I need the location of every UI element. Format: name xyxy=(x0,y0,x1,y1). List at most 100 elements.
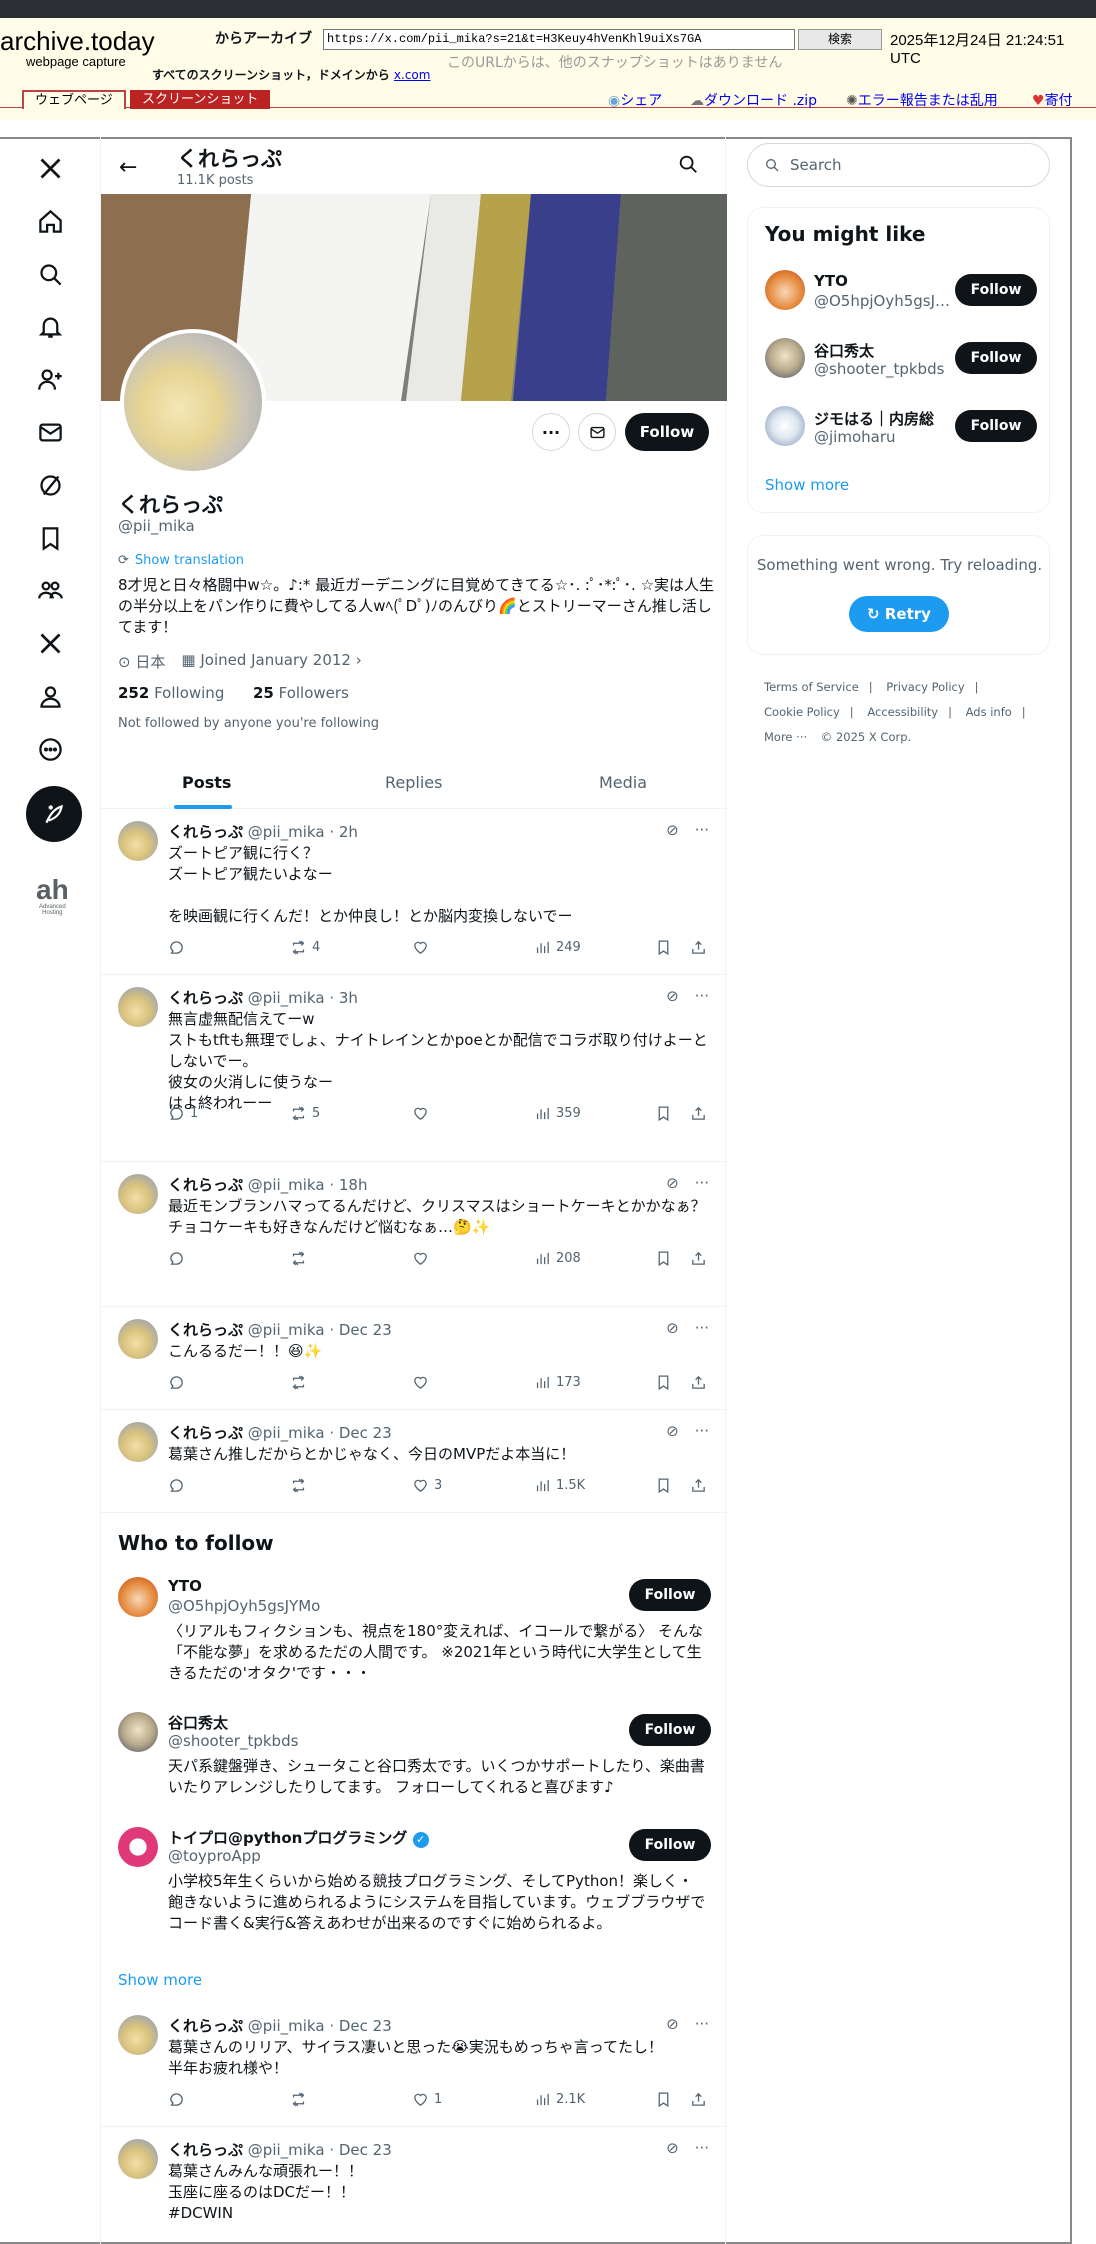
grok-icon[interactable]: ⊘ xyxy=(666,2015,679,2033)
archive-search-button[interactable]: 検索 xyxy=(798,29,882,50)
like-button[interactable]: 1 xyxy=(412,2091,442,2108)
more-icon[interactable]: ··· xyxy=(695,2139,709,2157)
might-like-show-more-link[interactable]: Show more xyxy=(765,476,849,494)
avatar[interactable] xyxy=(765,270,805,310)
archive-url-input[interactable]: https://x.com/pii_mika?s=21&t=H3Keuy4hVe… xyxy=(323,29,795,50)
avatar[interactable] xyxy=(118,1577,158,1617)
views-button[interactable]: 249 xyxy=(534,939,581,956)
views-button[interactable]: 173 xyxy=(534,1374,581,1391)
avatar[interactable] xyxy=(118,1712,158,1752)
tab-media[interactable]: Media xyxy=(599,757,647,809)
wtf-name[interactable]: トイプロ@pythonプログラミング ✓ xyxy=(168,1827,429,1848)
wtf-follow-button[interactable]: Follow xyxy=(629,1579,711,1611)
bookmark-button[interactable] xyxy=(655,1374,672,1391)
suggestion-name[interactable]: 谷口秀太 xyxy=(814,340,954,361)
messages-icon[interactable] xyxy=(36,418,64,446)
more-options-button[interactable]: ··· xyxy=(532,413,570,451)
tweet-author[interactable]: くれらっぷ xyxy=(168,2141,243,2159)
bookmark-button[interactable] xyxy=(655,1477,672,1494)
more-icon[interactable]: ··· xyxy=(695,1174,709,1192)
views-button[interactable]: 1.5K xyxy=(534,1477,585,1494)
views-button[interactable]: 2.1K xyxy=(534,2091,585,2108)
follow-icon[interactable] xyxy=(36,365,64,393)
retweet-button[interactable] xyxy=(290,1374,312,1391)
like-button[interactable] xyxy=(412,1250,434,1267)
reply-button[interactable] xyxy=(168,1477,190,1494)
tweet-author[interactable]: くれらっぷ xyxy=(168,2017,243,2035)
communities-icon[interactable] xyxy=(36,576,64,604)
tweet-author[interactable]: くれらっぷ xyxy=(168,1424,243,1442)
footer-link[interactable]: Terms of Service xyxy=(764,680,859,694)
bookmarks-icon[interactable] xyxy=(36,524,64,552)
tab-replies[interactable]: Replies xyxy=(385,757,442,809)
search-input[interactable]: Search xyxy=(747,143,1050,187)
archive-tab-screenshot[interactable]: スクリーンショット xyxy=(130,90,271,109)
avatar[interactable] xyxy=(118,987,158,1027)
avatar[interactable] xyxy=(765,406,805,446)
wtf-name[interactable]: YTO xyxy=(168,1577,202,1595)
tweet-author[interactable]: くれらっぷ xyxy=(168,1176,243,1194)
bookmark-button[interactable] xyxy=(655,939,672,956)
suggestion-name[interactable]: ジモはる｜内房総 xyxy=(814,408,954,429)
bookmark-button[interactable] xyxy=(655,2091,672,2108)
wtf-name[interactable]: 谷口秀太 xyxy=(168,1712,228,1733)
more-icon[interactable]: ··· xyxy=(695,987,709,1005)
tweet[interactable]: くれらっぷ @pii_mika · Dec 23 ⊘ ··· 葛葉さん推しだからとかじ… xyxy=(101,1410,727,1513)
share-button[interactable] xyxy=(690,1250,707,1267)
archive-donate-link[interactable]: ♥寄付 xyxy=(1032,90,1073,110)
profile-joined[interactable]: ▦ Joined January 2012 › xyxy=(181,651,361,672)
tweet[interactable]: くれらっぷ @pii_mika · 18h ⊘ ··· 最近モンブランハマってるんだけ… xyxy=(101,1162,727,1307)
archive-share-link[interactable]: ◉シェア xyxy=(608,90,662,110)
retweet-button[interactable] xyxy=(290,1250,312,1267)
share-button[interactable] xyxy=(690,1105,707,1122)
tweet[interactable]: くれらっぷ @pii_mika · Dec 23 ⊘ ··· こんるるだー！！😆✨ 17… xyxy=(101,1307,727,1410)
avatar[interactable] xyxy=(765,338,805,378)
grok-icon[interactable] xyxy=(36,471,64,499)
footer-link[interactable]: Accessibility xyxy=(867,705,938,719)
avatar[interactable] xyxy=(118,1174,158,1214)
more-icon[interactable]: ··· xyxy=(695,821,709,839)
more-icon[interactable] xyxy=(36,735,64,763)
more-icon[interactable]: ··· xyxy=(695,1422,709,1440)
reply-button[interactable]: 1 xyxy=(168,1105,198,1122)
footer-link[interactable]: Ads info xyxy=(966,705,1012,719)
avatar[interactable] xyxy=(118,1422,158,1462)
archive-tab-webpage[interactable]: ウェブページ xyxy=(22,90,126,109)
followers-stat[interactable]: 25 Followers xyxy=(253,684,349,702)
avatar[interactable] xyxy=(118,1827,158,1867)
bookmark-button[interactable] xyxy=(655,1105,672,1122)
wtf-row[interactable]: 谷口秀太 @shooter_tpkbds 天パ系鍵盤弾き、シュータこと谷口秀太で… xyxy=(101,1712,727,1812)
wtf-row[interactable]: YTO @O5hpjOyh5gsJYMo 〈リアルもフィクションも、視点を180… xyxy=(101,1577,727,1697)
x-logo-icon[interactable] xyxy=(36,154,64,182)
home-icon[interactable] xyxy=(36,207,64,235)
show-translation-link[interactable]: ⟳ Show translation xyxy=(118,553,244,568)
grok-icon[interactable]: ⊘ xyxy=(666,987,679,1005)
suggestion-follow-button[interactable]: Follow xyxy=(955,342,1037,374)
suggestion-follow-button[interactable]: Follow xyxy=(955,274,1037,306)
footer-link[interactable]: Privacy Policy xyxy=(886,680,964,694)
archive-logo[interactable]: archive.today xyxy=(0,26,155,57)
reply-button[interactable] xyxy=(168,2091,190,2108)
avatar[interactable] xyxy=(118,2139,158,2179)
reply-button[interactable] xyxy=(168,1374,190,1391)
reply-button[interactable] xyxy=(168,939,190,956)
archive-report-link[interactable]: ✺エラー報告または乱用 xyxy=(846,90,998,110)
views-button[interactable]: 208 xyxy=(534,1250,581,1267)
share-button[interactable] xyxy=(690,1374,707,1391)
notifications-icon[interactable] xyxy=(36,312,64,340)
more-icon[interactable]: ··· xyxy=(695,1319,709,1337)
archive-domain-link[interactable]: x.com xyxy=(394,68,431,82)
like-button[interactable] xyxy=(412,1105,434,1122)
retweet-button[interactable]: 5 xyxy=(290,1105,320,1122)
profile-icon[interactable] xyxy=(36,682,64,710)
bookmark-button[interactable] xyxy=(655,1250,672,1267)
message-button[interactable] xyxy=(578,413,616,451)
retweet-button[interactable]: 4 xyxy=(290,939,320,956)
like-button[interactable]: 3 xyxy=(412,1477,442,1494)
retweet-button[interactable] xyxy=(290,2091,312,2108)
share-button[interactable] xyxy=(690,1477,707,1494)
wtf-row[interactable]: トイプロ@pythonプログラミング ✓ @toyproApp 小学校5年生くら… xyxy=(101,1827,727,1947)
tweet-author[interactable]: くれらっぷ xyxy=(168,1321,243,1339)
search-icon[interactable] xyxy=(677,153,699,179)
explore-icon[interactable] xyxy=(36,260,64,288)
